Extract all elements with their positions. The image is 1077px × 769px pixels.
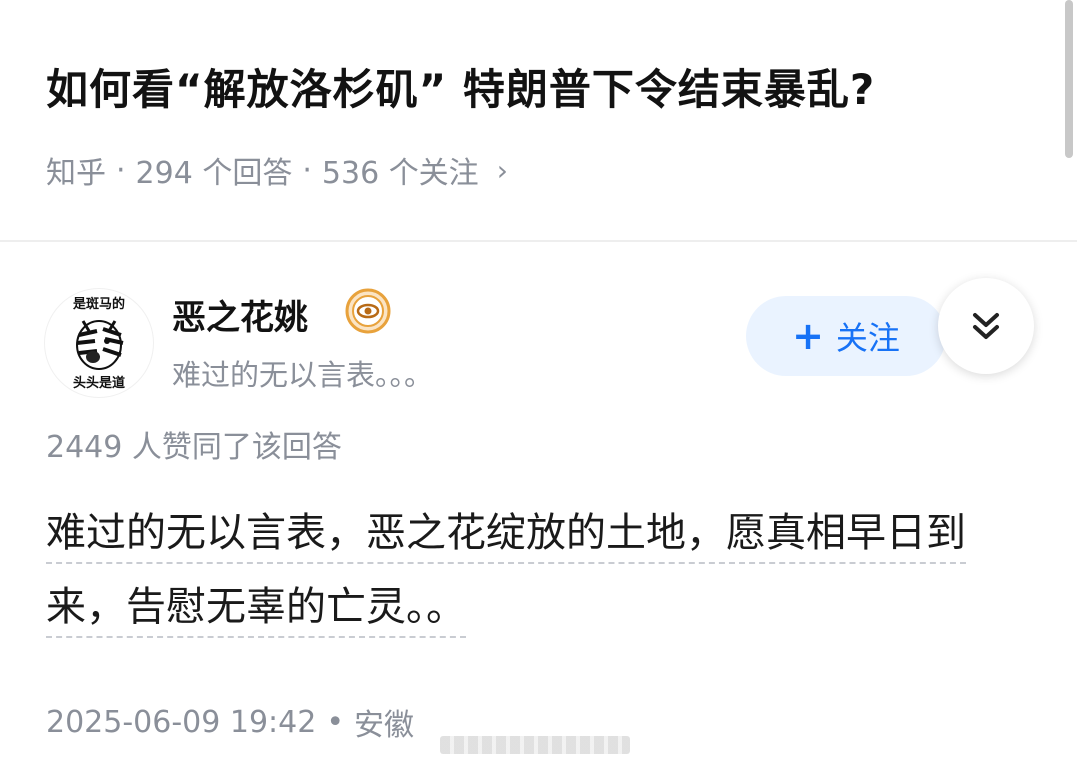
answer-footer: 2025-06-09 19:42 • 安徽 (46, 700, 414, 744)
answer-count: 294 个回答 (135, 156, 293, 191)
avatar-caption-top: 是斑马的 (72, 297, 125, 312)
answer-text: 难过的无以言表，恶之花绽放的土地，愿真相早日到来，告慰无辜的亡灵。。 (46, 510, 966, 638)
author-bio: 难过的无以言表。。。 (172, 358, 434, 392)
follow-label: 关注 (835, 319, 900, 357)
follow-button[interactable]: + 关注 (746, 296, 946, 376)
vote-count: 2449 人赞同了该回答 (46, 430, 342, 465)
answer-location: 安徽 (354, 708, 415, 743)
divider (0, 240, 1077, 242)
answer-date: 2025-06-09 19:42 (46, 704, 317, 740)
avatar[interactable]: 是斑马的 头头是道 (44, 288, 154, 398)
plus-icon: + (792, 314, 824, 358)
meta-separator: · (116, 152, 126, 188)
meta-separator: · (302, 152, 312, 188)
author-name[interactable]: 恶之花姚 (172, 290, 308, 339)
watermark (440, 736, 630, 754)
avatar-caption-bottom: 头头是道 (72, 376, 125, 391)
eye-badge-icon (345, 288, 391, 334)
scrollbar[interactable] (1065, 0, 1073, 158)
question-title[interactable]: 如何看“解放洛杉矶” 特朗普下令结束暴乱? (46, 56, 875, 117)
question-meta[interactable]: 知乎 · 294 个回答 · 536 个关注 › (46, 148, 508, 192)
chevron-right-icon: › (496, 153, 508, 187)
footer-separator: • (326, 704, 345, 740)
collapse-button[interactable] (938, 278, 1034, 374)
source-label: 知乎 (46, 156, 106, 191)
answer-content[interactable]: 难过的无以言表，恶之花绽放的土地，愿真相早日到来，告慰无辜的亡灵。。 (46, 496, 1031, 644)
double-chevron-down-icon (973, 313, 999, 339)
zebra-icon (76, 320, 124, 370)
follower-count: 536 个关注 (321, 156, 479, 191)
